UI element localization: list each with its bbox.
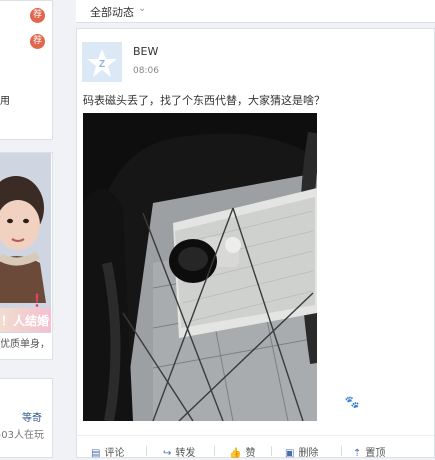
forward-button[interactable]: ↪ 转发 <box>163 444 195 459</box>
svg-text:Z: Z <box>99 59 105 70</box>
ad-tagline: ，优质单身 <box>1 339 50 350</box>
game-players: 503人在玩 <box>0 430 44 441</box>
post-photo[interactable] <box>83 113 317 421</box>
card-text-fragment: 用 <box>0 96 10 107</box>
post-actions: ▤ 评论 ↪ 转发 👍 赞 ▣ 删除 ⇡ 置顶 <box>77 435 434 460</box>
paw-icon: 🐾 <box>344 395 360 409</box>
bicycle-wheel-photo <box>83 113 317 421</box>
feed-post: Z BEW 08:06 码表磁头丢了，找了个东西代替，大家猜这是啥？ ▤ 评论 … <box>76 28 435 460</box>
game-name[interactable]: 等奇 <box>2 409 42 424</box>
divider <box>146 446 147 456</box>
ad-card[interactable]: ！ 人结婚！ ，优质单身 <box>0 152 53 360</box>
watermark-text: Bai <box>320 394 345 410</box>
feed-filter-dropdown[interactable]: 全部动态 <box>90 4 134 20</box>
ad-banner[interactable]: 人结婚！ <box>0 308 51 332</box>
divider <box>341 446 342 456</box>
baidu-watermark: Bai🐾经验 <box>320 394 380 410</box>
left-sidebar: 荐 荐 用 ！ 人结婚！ ，优质单身 等奇 503人在玩 <box>0 0 53 458</box>
game-card[interactable]: 等奇 503人在玩 <box>0 378 53 458</box>
divider <box>214 446 215 456</box>
post-time: 08:06 <box>133 66 159 76</box>
pin-button[interactable]: ⇡ 置顶 <box>353 444 385 459</box>
chevron-down-icon[interactable]: ⌄ <box>138 3 146 14</box>
post-content: 码表磁头丢了，找了个东西代替，大家猜这是啥？ <box>83 94 325 107</box>
feed-filter-bar: 全部动态 ⌄ <box>76 0 435 23</box>
qzone-logo-icon: Z <box>82 42 122 82</box>
like-button[interactable]: 👍 赞 <box>229 444 255 459</box>
recommend-badge[interactable]: 荐 <box>30 34 45 49</box>
divider <box>271 446 272 456</box>
recommend-badge[interactable]: 荐 <box>30 8 45 23</box>
avatar[interactable]: Z <box>82 42 122 82</box>
delete-button[interactable]: ▣ 删除 <box>285 444 318 459</box>
recommend-card: 荐 荐 用 <box>0 0 53 140</box>
watermark-suffix: 经验 <box>359 398 380 409</box>
comment-button[interactable]: ▤ 评论 <box>91 444 124 459</box>
post-author[interactable]: BEW <box>133 45 158 58</box>
ad-banner-text: 人结婚！ <box>1 314 49 328</box>
